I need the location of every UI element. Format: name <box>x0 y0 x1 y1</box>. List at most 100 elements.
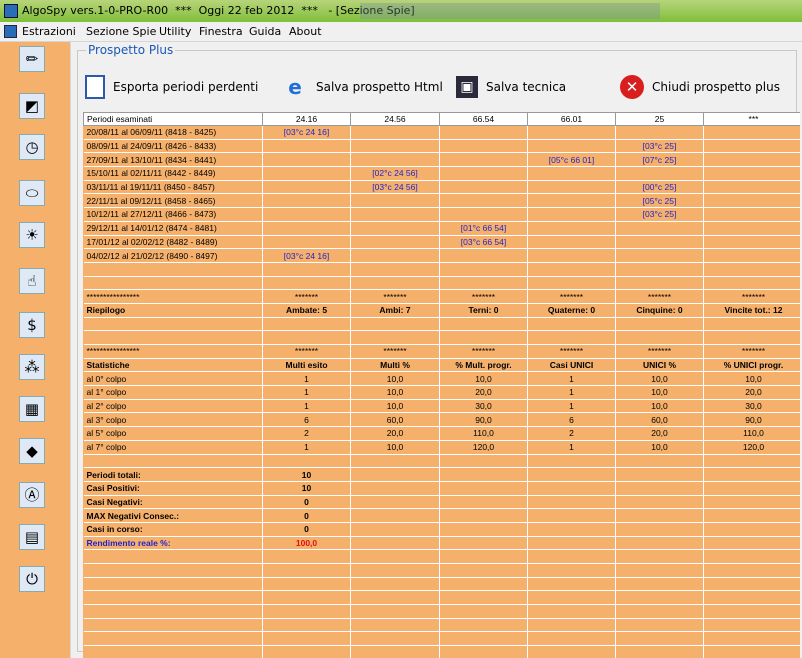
table-row <box>83 590 800 606</box>
power-icon[interactable]: ⏻ <box>19 566 45 592</box>
table-cell: Quaterne: 0 <box>527 303 616 318</box>
table-cell <box>439 276 528 291</box>
table-cell <box>262 563 351 578</box>
close-prospetto-button[interactable]: ✕ Chiudi prospetto plus <box>620 70 780 104</box>
menu-estrazioni[interactable]: Estrazioni <box>22 25 76 38</box>
table-cell <box>615 330 704 345</box>
network-icon[interactable]: ⁂ <box>19 354 45 380</box>
table-cell <box>439 604 528 619</box>
menu-finestra[interactable]: Finestra <box>199 25 243 38</box>
table-cell <box>703 618 800 633</box>
table-cell: ******* <box>527 289 616 304</box>
table-cell <box>527 317 616 332</box>
period-row: 03/11/11 al 19/11/11 (8450 - 8457) [03°c … <box>83 180 800 195</box>
table-cell: 10,0 <box>350 371 440 387</box>
menu-sezione-spie[interactable]: Sezione Spie <box>86 25 156 38</box>
table-cell: Cinquine: 0 <box>615 303 704 318</box>
app-icon[interactable] <box>4 4 18 18</box>
row-label-cell: 22/11/11 al 09/12/11 (8458 - 8465) <box>83 193 263 209</box>
table-cell <box>615 549 704 564</box>
table-cell <box>262 604 351 619</box>
title-bar: AlgoSpy vers.1-0-PRO-R00 *** Oggi 22 feb… <box>0 0 802 22</box>
table-cell: Multi esito <box>262 358 351 373</box>
table-cell <box>703 207 800 222</box>
export-button[interactable]: Esporta periodi perdenti <box>85 70 258 104</box>
stat-row: al 2° colpo 1 10,0 30,0 1 10,0 30,0 <box>83 399 800 414</box>
row-label-cell: 03/11/11 al 19/11/11 (8450 - 8457) <box>83 180 263 195</box>
table-cell <box>615 522 704 537</box>
table-cell <box>703 166 800 181</box>
pills-icon[interactable]: ⬭ <box>19 180 45 206</box>
dollar-icon[interactable]: $ <box>19 312 45 338</box>
row-label-cell: **************** <box>83 344 263 359</box>
pencil-icon[interactable]: ✏ <box>19 46 45 72</box>
table-cell <box>703 467 800 482</box>
table-cell <box>527 207 616 222</box>
table-cell: 24.56 <box>350 112 440 126</box>
row-label-cell: al 2° colpo <box>83 399 263 414</box>
table-cell <box>439 152 528 168</box>
table-cell: 2 <box>262 426 351 441</box>
table-cell <box>703 180 800 195</box>
table-cell <box>703 549 800 564</box>
table-cell <box>703 262 800 277</box>
mdi-child-icon[interactable] <box>4 25 17 38</box>
table-cell: Ambi: 7 <box>350 303 440 318</box>
table-cell <box>527 139 616 154</box>
table-cell <box>350 563 440 578</box>
table-cell <box>350 248 440 263</box>
table-row <box>83 549 800 564</box>
clock-icon[interactable]: ◷ <box>19 134 45 160</box>
table-cell: 1 <box>527 385 616 400</box>
table-cell: ******* <box>262 344 351 359</box>
table-cell <box>350 549 440 564</box>
table-cell <box>439 180 528 195</box>
table-cell <box>439 166 528 181</box>
app-window: AlgoSpy vers.1-0-PRO-R00 *** Oggi 22 feb… <box>0 0 802 658</box>
table-cell <box>527 645 616 658</box>
row-label-cell <box>83 276 263 291</box>
results-grid[interactable]: Periodi esaminati 24.16 24.56 66.54 66.01 25 *… <box>83 112 800 658</box>
menu-guida[interactable]: Guida <box>249 25 281 38</box>
table-cell: ******* <box>703 344 800 359</box>
table-row <box>83 262 800 277</box>
eraser-icon[interactable]: ◩ <box>19 93 45 119</box>
table-cell: [02°c 24 56] <box>350 166 440 181</box>
letter-a-icon[interactable]: Ⓐ <box>19 482 45 508</box>
row-label-cell: 20/08/11 al 06/09/11 (8418 - 8425) <box>83 125 263 140</box>
lightbulb-icon[interactable]: ☀ <box>19 222 45 248</box>
table-cell: 1 <box>262 440 351 455</box>
table-cell <box>615 467 704 482</box>
summary-row: Casi Negativi: 0 <box>83 495 800 510</box>
table-cell <box>262 193 351 209</box>
menu-utility[interactable]: Utility <box>159 25 191 38</box>
book-icon[interactable]: ▤ <box>19 524 45 550</box>
table-cell <box>439 207 528 222</box>
table-row <box>83 631 800 647</box>
menu-about[interactable]: About <box>289 25 322 38</box>
table-cell: 1 <box>262 385 351 400</box>
table-cell: 30,0 <box>439 399 528 414</box>
save-html-button[interactable]: e Salva prospetto Html <box>282 70 443 104</box>
table-cell <box>439 467 528 482</box>
period-row: 17/01/12 al 02/02/12 (8482 - 8489) [03°c … <box>83 235 800 250</box>
group-title: Prospetto Plus <box>86 43 176 57</box>
table-row <box>83 276 800 291</box>
table-cell <box>527 166 616 181</box>
table-cell <box>439 139 528 154</box>
table-cell <box>615 495 704 510</box>
table-cell <box>350 604 440 619</box>
table-cell <box>439 618 528 633</box>
table-cell: 100,0 <box>262 536 351 551</box>
diamond-icon[interactable]: ◆ <box>19 438 45 464</box>
table-cell <box>439 330 528 345</box>
row-label-cell <box>83 317 263 332</box>
table-cell <box>350 317 440 332</box>
hand-icon[interactable]: ☝ <box>19 268 45 294</box>
calendar-icon[interactable]: ▦ <box>19 396 45 422</box>
save-tech-button[interactable]: ▣ Salva tecnica <box>456 70 566 104</box>
table-cell: Vincite tot.: 12 <box>703 303 800 318</box>
table-cell <box>703 276 800 291</box>
table-cell <box>350 139 440 154</box>
table-cell <box>615 563 704 578</box>
